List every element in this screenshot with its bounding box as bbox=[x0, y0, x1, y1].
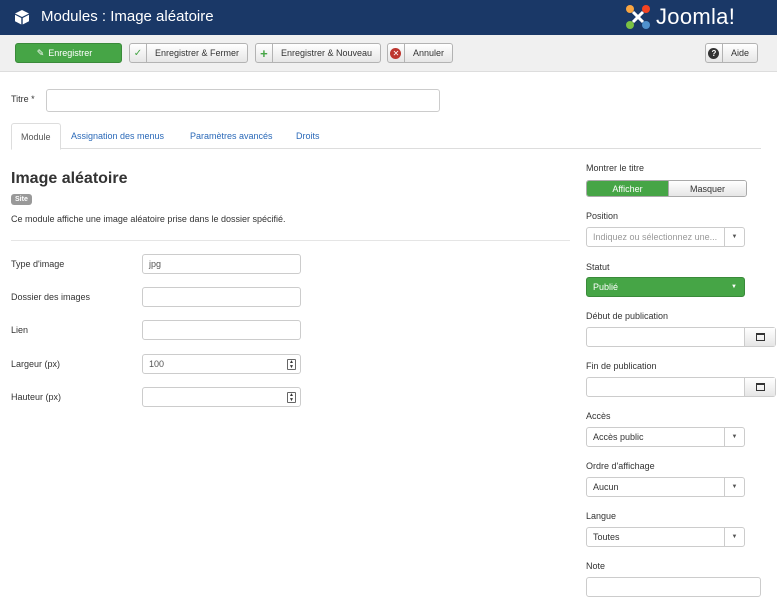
page-title: Modules : Image aléatoire bbox=[41, 8, 214, 25]
show-title-off-button[interactable]: Masquer bbox=[668, 181, 746, 196]
show-title-label: Montrer le titre bbox=[586, 163, 645, 173]
chevron-down-icon: ▼ bbox=[724, 428, 744, 446]
access-select[interactable]: Accès public ▼ bbox=[586, 427, 745, 447]
save-new-button[interactable]: + Enregistrer & Nouveau bbox=[255, 43, 381, 63]
check-icon: ✓ bbox=[130, 44, 147, 62]
publish-up-label: Début de publication bbox=[586, 311, 669, 321]
help-button[interactable]: ? Aide bbox=[705, 43, 758, 63]
ordering-label: Ordre d'affichage bbox=[586, 461, 655, 471]
chevron-down-icon: ▼ bbox=[731, 284, 737, 290]
position-select[interactable]: Indiquez ou sélectionnez une... ▼ bbox=[586, 227, 745, 247]
app-header: Modules : Image aléatoire Joomla! bbox=[0, 0, 777, 35]
status-label: Statut bbox=[586, 262, 610, 272]
module-heading: Image aléatoire bbox=[11, 170, 128, 187]
chevron-down-icon: ▼ bbox=[724, 528, 744, 546]
tab-advanced[interactable]: Paramètres avancés bbox=[181, 123, 282, 149]
status-value: Publié bbox=[593, 282, 619, 292]
cube-icon bbox=[15, 10, 29, 25]
note-input[interactable] bbox=[586, 577, 761, 597]
cancel-icon: ✕ bbox=[388, 44, 405, 62]
publish-up-input[interactable] bbox=[586, 327, 776, 347]
width-label: Largeur (px) bbox=[11, 359, 61, 369]
calendar-button[interactable] bbox=[744, 378, 775, 396]
title-input[interactable] bbox=[46, 89, 440, 112]
image-type-input[interactable]: jpg bbox=[142, 254, 301, 274]
site-badge: Site bbox=[11, 194, 32, 205]
help-icon: ? bbox=[706, 44, 723, 62]
status-select[interactable]: Publié ▼ bbox=[586, 277, 745, 297]
stepper-icon[interactable]: ▲ ▼ bbox=[287, 359, 296, 370]
calendar-button[interactable] bbox=[744, 328, 775, 346]
width-value: 100 bbox=[149, 359, 165, 369]
chevron-down-icon: ▼ bbox=[724, 228, 744, 246]
title-label: Titre * bbox=[11, 94, 35, 104]
edit-icon: ✎ bbox=[36, 47, 45, 58]
tab-permissions[interactable]: Droits bbox=[287, 123, 329, 149]
access-label: Accès bbox=[586, 411, 611, 421]
tab-bar: Module Assignation des menus Paramètres … bbox=[11, 123, 761, 150]
tab-menu-assignment[interactable]: Assignation des menus bbox=[62, 123, 173, 149]
show-title-toggle: Afficher Masquer bbox=[586, 180, 747, 197]
save-button[interactable]: ✎ Enregistrer bbox=[15, 43, 122, 63]
language-value: Toutes bbox=[593, 532, 620, 542]
module-description: Ce module affiche une image aléatoire pr… bbox=[11, 214, 286, 224]
calendar-icon bbox=[755, 333, 765, 341]
tab-module[interactable]: Module bbox=[11, 123, 61, 150]
joomla-logo: Joomla! bbox=[624, 3, 735, 31]
image-folder-input[interactable] bbox=[142, 287, 301, 307]
position-placeholder: Indiquez ou sélectionnez une... bbox=[593, 232, 718, 242]
joomla-logo-icon bbox=[626, 5, 650, 29]
note-label: Note bbox=[586, 561, 606, 571]
save-close-button[interactable]: ✓ Enregistrer & Fermer bbox=[129, 43, 248, 63]
access-value: Accès public bbox=[593, 432, 644, 442]
show-title-on-button[interactable]: Afficher bbox=[587, 181, 668, 196]
height-input[interactable]: ▲ ▼ bbox=[142, 387, 301, 407]
language-label: Langue bbox=[586, 511, 617, 521]
height-label: Hauteur (px) bbox=[11, 392, 62, 402]
stepper-icon[interactable]: ▲ ▼ bbox=[287, 392, 296, 403]
joomla-wordmark: Joomla! bbox=[656, 4, 736, 29]
plus-icon: + bbox=[256, 44, 273, 62]
ordering-select[interactable]: Aucun ▼ bbox=[586, 477, 745, 497]
calendar-icon bbox=[755, 383, 765, 391]
position-label: Position bbox=[586, 211, 619, 221]
image-type-label: Type d'image bbox=[11, 259, 65, 269]
cancel-button[interactable]: ✕ Annuler bbox=[387, 43, 453, 63]
width-input[interactable]: 100 ▲ ▼ bbox=[142, 354, 301, 374]
link-label: Lien bbox=[11, 325, 29, 335]
divider bbox=[11, 240, 570, 241]
publish-down-label: Fin de publication bbox=[586, 361, 657, 371]
publish-down-input[interactable] bbox=[586, 377, 776, 397]
image-folder-label: Dossier des images bbox=[11, 292, 91, 302]
language-select[interactable]: Toutes ▼ bbox=[586, 527, 745, 547]
ordering-value: Aucun bbox=[593, 482, 619, 492]
link-input[interactable] bbox=[142, 320, 301, 340]
chevron-down-icon: ▼ bbox=[724, 478, 744, 496]
toolbar: ✎ Enregistrer ✓ Enregistrer & Fermer + E… bbox=[0, 35, 777, 72]
